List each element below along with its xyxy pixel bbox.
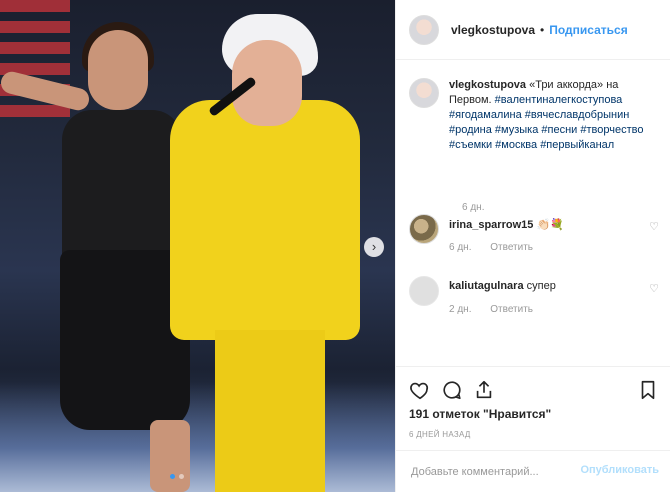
comment-meta: 2 дн. Ответить bbox=[449, 304, 533, 315]
dancer-vest bbox=[62, 110, 182, 270]
comment-item: irina_sparrow15 👏🏻💐 6 дн. Ответить ♡ bbox=[409, 214, 659, 254]
share-icon[interactable] bbox=[473, 379, 495, 401]
caption-text: vlegkostupova «Три аккорда» на Первом. #… bbox=[449, 78, 661, 153]
comment-text: kaliutagulnara супер bbox=[449, 280, 556, 292]
commenter-avatar[interactable] bbox=[409, 214, 439, 244]
post-header: vlegkostupova • Подписаться bbox=[396, 0, 670, 60]
caption-time: 6 дн. bbox=[462, 202, 485, 213]
header-separator: • bbox=[540, 22, 545, 37]
carousel-dots bbox=[170, 474, 184, 479]
comment-like-icon[interactable]: ♡ bbox=[649, 282, 659, 295]
reply-button[interactable]: Ответить bbox=[490, 304, 533, 315]
posted-time: 6 дней назад bbox=[409, 430, 471, 439]
post-actions: 191 отметок "Нравится" 6 дней назад bbox=[396, 366, 670, 462]
comment-username[interactable]: irina_sparrow15 bbox=[449, 219, 533, 231]
comment-body: 👏🏻💐 bbox=[536, 219, 564, 231]
like-heart-icon[interactable] bbox=[409, 379, 431, 401]
singer-yellow-suit bbox=[170, 100, 360, 340]
comment-time: 2 дн. bbox=[449, 304, 472, 315]
author-avatar[interactable] bbox=[409, 14, 439, 45]
comment-item: kaliutagulnara супер 2 дн. Ответить ♡ bbox=[409, 276, 659, 316]
post-photo[interactable]: › bbox=[0, 0, 395, 492]
carousel-dot bbox=[170, 474, 175, 479]
singer-yellow-pants bbox=[215, 330, 325, 492]
author-username[interactable]: vlegkostupova bbox=[451, 23, 535, 37]
publish-button[interactable]: Опубликовать bbox=[580, 464, 659, 476]
likes-count[interactable]: 191 отметок "Нравится" bbox=[409, 407, 551, 421]
carousel-dot bbox=[179, 474, 184, 479]
add-comment-bar: Опубликовать bbox=[396, 450, 670, 492]
comment-input[interactable] bbox=[409, 461, 578, 483]
comment-like-icon[interactable]: ♡ bbox=[649, 220, 659, 233]
commenter-avatar[interactable] bbox=[409, 276, 439, 306]
bookmark-icon[interactable] bbox=[637, 379, 659, 401]
comment-bubble-icon[interactable] bbox=[441, 379, 463, 401]
caption-username[interactable]: vlegkostupova bbox=[449, 79, 526, 91]
comment-meta: 6 дн. Ответить bbox=[449, 242, 533, 253]
post-side-panel: vlegkostupova • Подписаться vlegkostupov… bbox=[395, 0, 670, 492]
comment-text: irina_sparrow15 👏🏻💐 bbox=[449, 218, 564, 231]
comment-body: супер bbox=[526, 280, 556, 292]
comment-time: 6 дн. bbox=[449, 242, 472, 253]
caption-avatar[interactable] bbox=[409, 78, 439, 108]
dancer-legs bbox=[150, 420, 190, 492]
comment-username[interactable]: kaliutagulnara bbox=[449, 280, 524, 292]
carousel-next-button[interactable]: › bbox=[364, 237, 384, 257]
follow-button[interactable]: Подписаться bbox=[549, 23, 627, 37]
reply-button[interactable]: Ответить bbox=[490, 242, 533, 253]
dancer-head bbox=[88, 30, 148, 110]
